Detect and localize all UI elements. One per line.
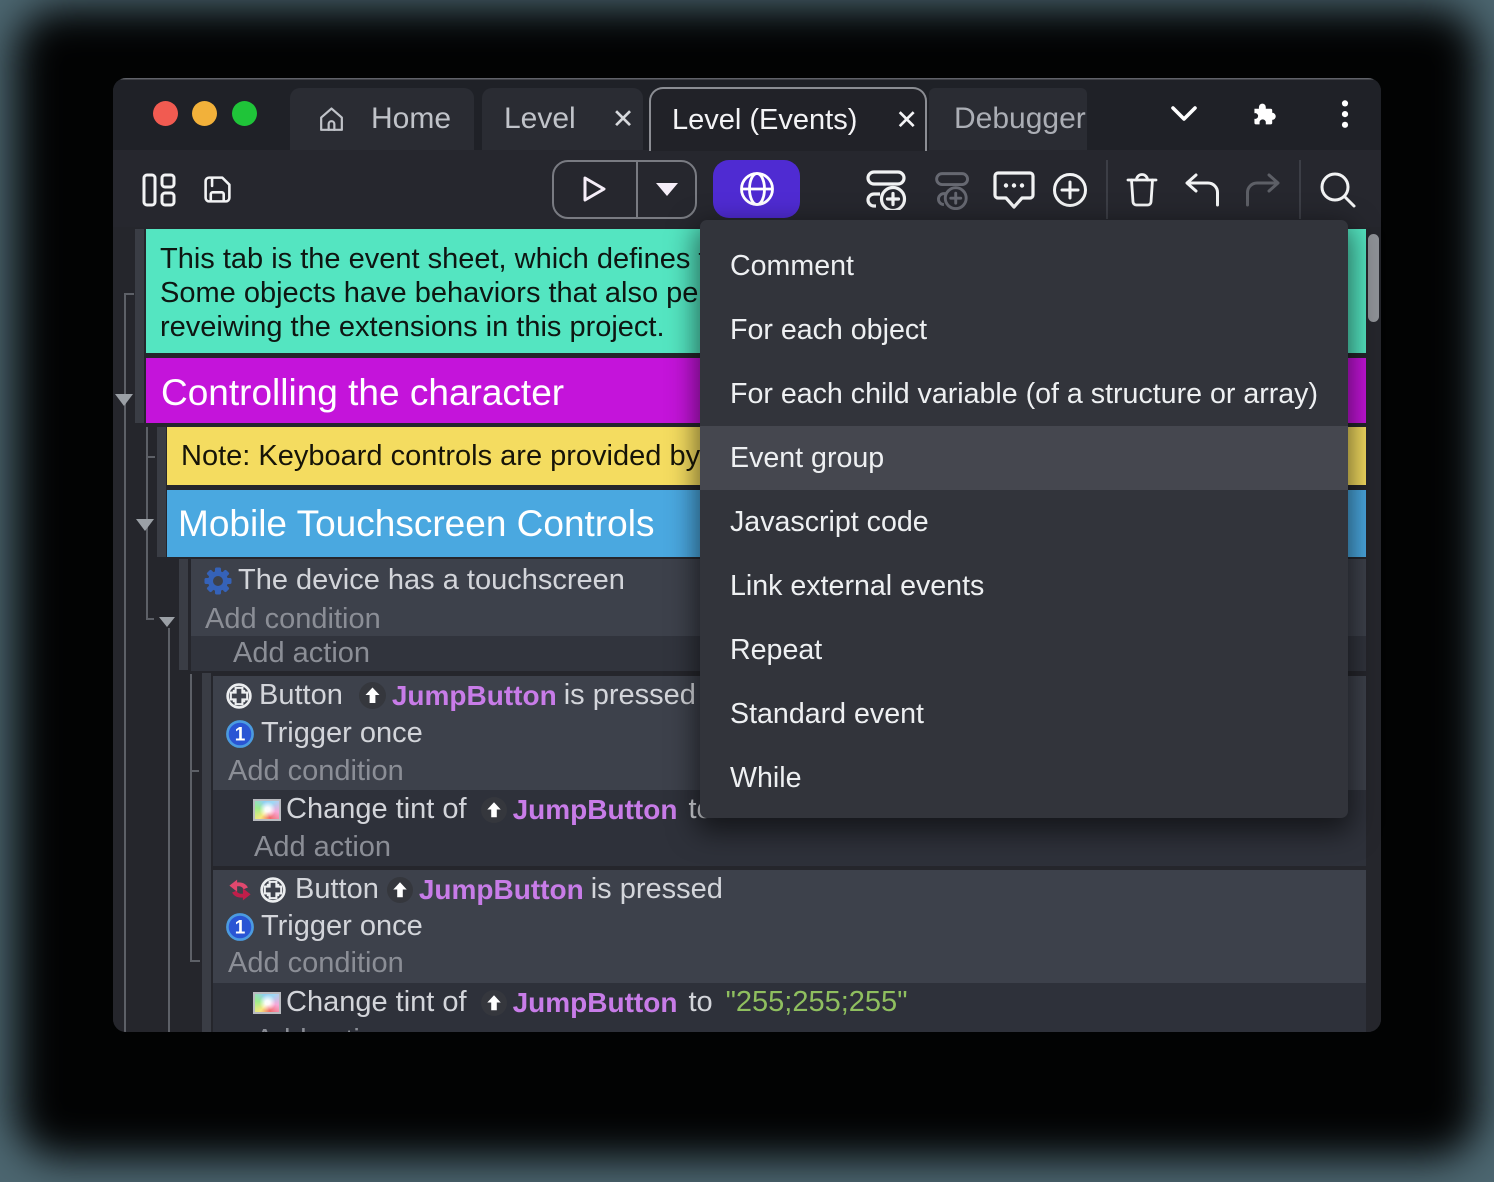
svg-text:1: 1 [235, 917, 246, 938]
svg-text:1: 1 [235, 724, 246, 745]
